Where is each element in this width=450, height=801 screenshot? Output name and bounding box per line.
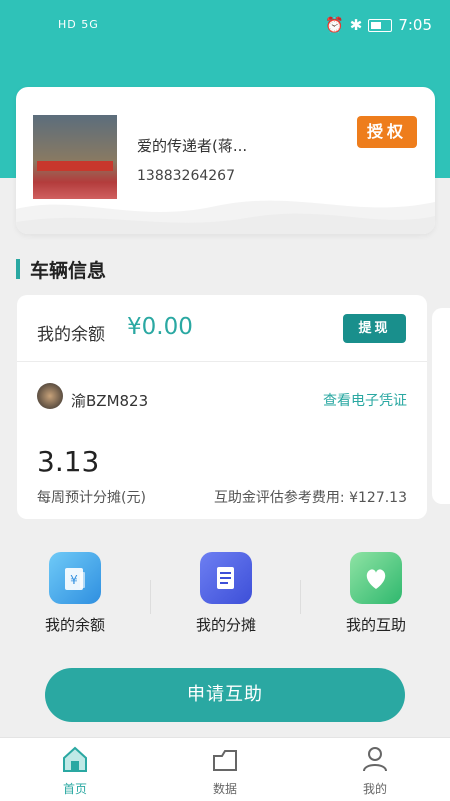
menu-item-share[interactable]: 我的分摊 (171, 552, 281, 635)
view-voucher-link[interactable]: 查看电子凭证 (323, 390, 407, 410)
weekly-amount: 3.13 (37, 445, 100, 478)
tab-label: 我的 (362, 782, 387, 796)
menu-item-mutual-aid[interactable]: 我的互助 (321, 552, 431, 635)
weekly-amount-label: 每周预计分摊(元) (37, 490, 146, 506)
section-title: 车辆信息 (16, 256, 106, 282)
menu-label: 我的余额 (44, 616, 105, 634)
profile-card: 爱的传递者(蒋... 13883264267 授权 (16, 87, 435, 234)
home-icon (63, 746, 87, 772)
status-time: 7:05 (398, 16, 432, 34)
alarm-icon: ⏰ (325, 16, 344, 34)
heart-icon (350, 552, 402, 604)
wallet-icon: ¥ (49, 552, 101, 604)
battery-icon (368, 18, 393, 32)
menu-label: 我的互助 (345, 616, 406, 634)
authorize-button[interactable]: 授权 (357, 116, 417, 148)
menu-item-balance[interactable]: ¥ 我的余额 (20, 552, 130, 635)
balance-label: 我的余额 (37, 325, 105, 345)
tab-label: 数据 (212, 782, 237, 796)
user-icon (363, 747, 387, 772)
reference-fee: 互助金评估参考费用: ¥127.13 (213, 490, 407, 506)
tab-profile[interactable]: 我的 (330, 744, 420, 797)
decorative-wave (16, 200, 435, 234)
user-name: 爱的传递者(蒋... (137, 137, 248, 155)
svg-text:¥: ¥ (70, 573, 78, 587)
tab-data[interactable]: 数据 (180, 744, 270, 797)
vehicle-avatar (37, 383, 63, 409)
data-icon (213, 750, 237, 771)
vehicle-card[interactable]: 我的余额 ¥0.00 提现 渝BZM823 查看电子凭证 3.13 每周预计分摊… (17, 295, 427, 519)
status-bar: HD 5G ⏰ ✱ 7:05 (0, 0, 450, 56)
bottom-tab-bar: 首页 数据 我的 (0, 737, 450, 801)
tab-home[interactable]: 首页 (30, 744, 120, 797)
next-card-peek[interactable] (432, 308, 450, 504)
balance-value: ¥0.00 (127, 314, 193, 340)
apply-aid-button[interactable]: 申请互助 (45, 668, 405, 722)
network-indicator: HD 5G (58, 18, 99, 31)
menu-label: 我的分摊 (195, 616, 256, 634)
bluetooth-icon: ✱ (349, 16, 363, 34)
card-divider (17, 361, 427, 362)
quick-menu: ¥ 我的余额 我的分摊 我的互助 (0, 552, 450, 652)
withdraw-button[interactable]: 提现 (343, 314, 406, 343)
tab-label: 首页 (62, 782, 87, 796)
document-icon (200, 552, 252, 604)
license-plate: 渝BZM823 (71, 392, 149, 410)
